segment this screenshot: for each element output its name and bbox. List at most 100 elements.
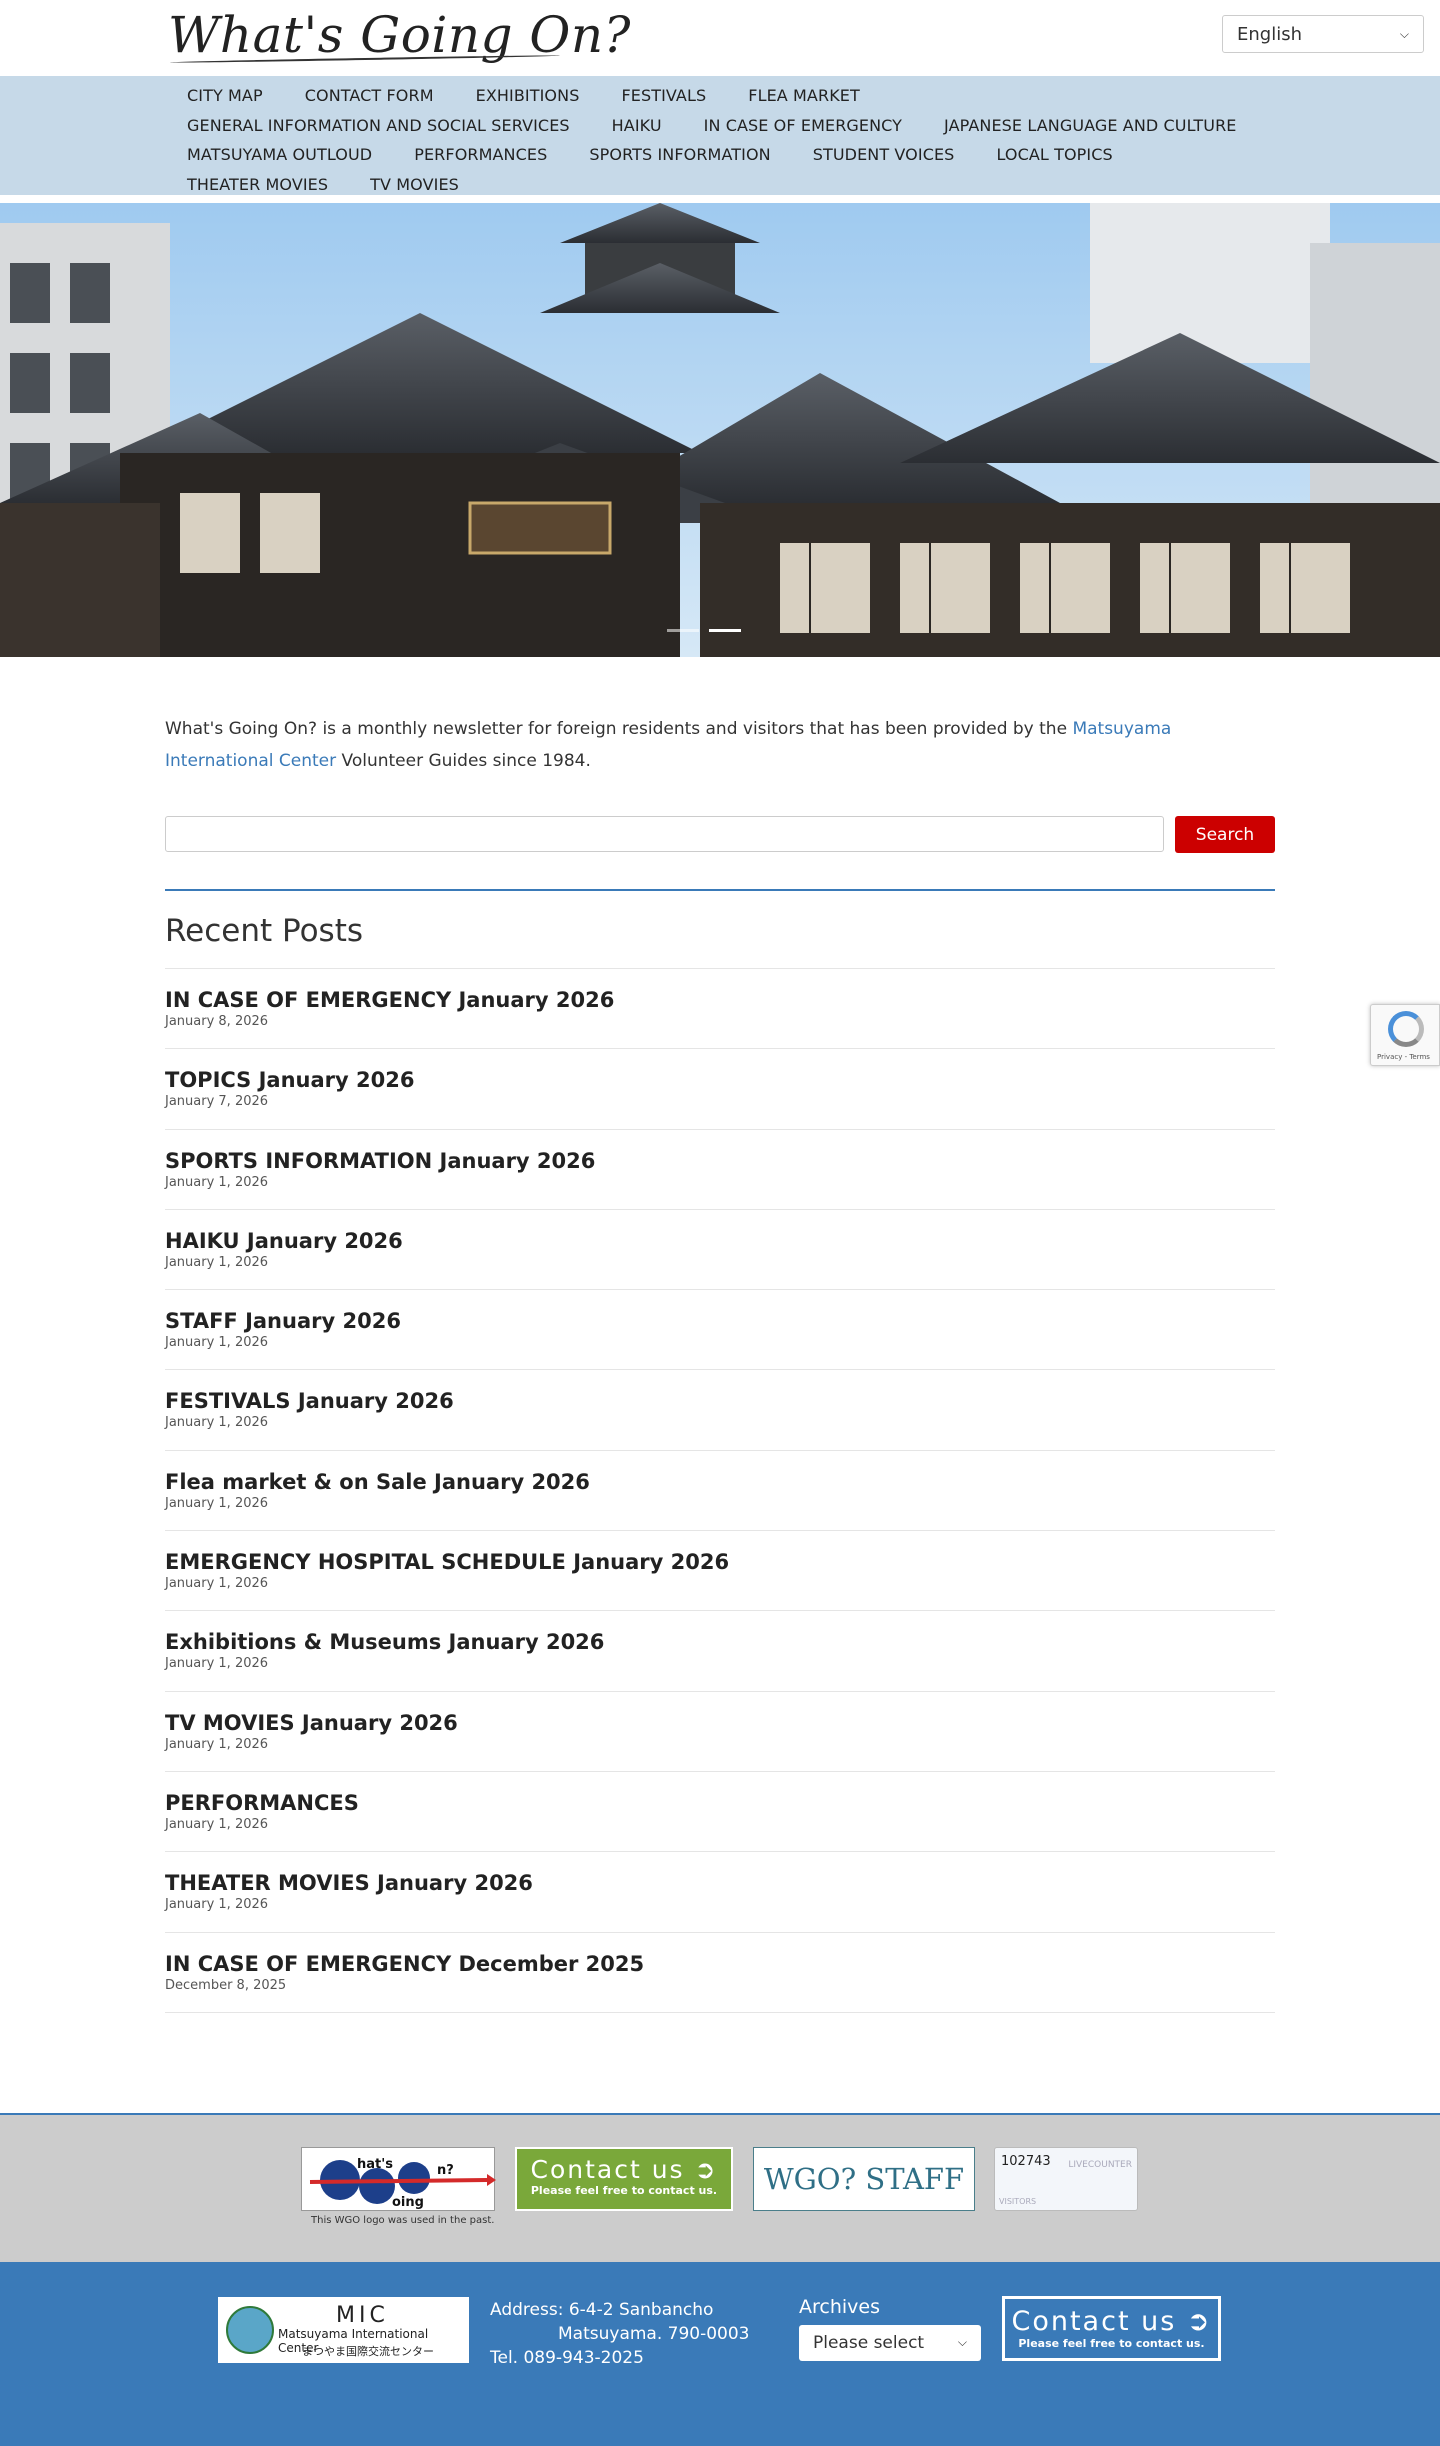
- footer-address: Address: 6-4-2 Sanbancho Matsuyama. 790-…: [490, 2298, 750, 2370]
- hero-image-dogo-onsen: [0, 203, 1440, 657]
- contact-us-blue-banner[interactable]: Contact us ➲ Please feel free to contact…: [1002, 2295, 1221, 2361]
- nav-row-2: GENERAL INFORMATION AND SOCIAL SERVICES …: [166, 111, 1274, 141]
- svg-text:n?: n?: [437, 2163, 454, 2178]
- recent-posts-list: IN CASE OF EMERGENCY January 2026 January…: [165, 969, 1275, 2013]
- post-item: IN CASE OF EMERGENCY January 2026 January…: [165, 969, 1275, 1050]
- counter-visitors-label: VISITORS: [999, 2196, 1037, 2206]
- nav-item-emergency[interactable]: IN CASE OF EMERGENCY: [683, 116, 923, 135]
- search-form: Search: [165, 816, 1275, 853]
- chevron-down-icon: ⌵: [957, 2335, 967, 2350]
- post-item: Flea market & on Sale January 2026 Januar…: [165, 1451, 1275, 1532]
- post-item: Exhibitions & Museums January 2026 Januar…: [165, 1611, 1275, 1692]
- post-date: December 8, 2025: [165, 1977, 287, 1993]
- post-item: HAIKU January 2026 January 1, 2026: [165, 1210, 1275, 1291]
- post-title-link[interactable]: SPORTS INFORMATION January 2026: [165, 1148, 1275, 1174]
- post-title-link[interactable]: TV MOVIES January 2026: [165, 1710, 1275, 1736]
- nav-item-festivals[interactable]: FESTIVALS: [600, 86, 727, 105]
- recaptcha-text[interactable]: Privacy - Terms: [1377, 1053, 1430, 1061]
- counter-brand: LIVECOUNTER: [1068, 2159, 1132, 2170]
- post-title-link[interactable]: TOPICS January 2026: [165, 1067, 1275, 1093]
- recent-posts-title: Recent Posts: [165, 913, 1275, 969]
- wgo-old-logo[interactable]: hat's n? oing: [301, 2146, 496, 2211]
- nav-item-contact-form[interactable]: CONTACT FORM: [284, 86, 455, 105]
- mic-logo[interactable]: MIC Matsuyama International Center まつやま国…: [218, 2296, 469, 2363]
- post-item: EMERGENCY HOSPITAL SCHEDULE January 2026…: [165, 1531, 1275, 1612]
- telephone: Tel. 089-943-2025: [490, 2347, 644, 2368]
- nav-item-matsuyama-outloud[interactable]: MATSUYAMA OUTLOUD: [166, 145, 393, 164]
- nav-item-haiku[interactable]: HAIKU: [591, 116, 683, 135]
- circle-arrow-icon: ➲: [694, 2154, 718, 2184]
- post-title-link[interactable]: FESTIVALS January 2026: [165, 1388, 1275, 1414]
- post-title-link[interactable]: Exhibitions & Museums January 2026: [165, 1629, 1275, 1655]
- post-date: January 1, 2026: [165, 1335, 269, 1351]
- intro-text: What's Going On? is a monthly newsletter…: [165, 713, 1275, 777]
- intro-text-end: Volunteer Guides since 1984.: [336, 751, 591, 771]
- post-date: January 1, 2026: [165, 1495, 269, 1511]
- mic-name-jp: まつやま国際交流センター: [302, 2344, 434, 2358]
- recaptcha-badge[interactable]: Privacy - Terms: [1370, 1004, 1440, 1066]
- globe-icon: [226, 2305, 274, 2354]
- search-input[interactable]: [165, 816, 1164, 852]
- svg-text:hat's: hat's: [357, 2157, 393, 2172]
- contact-us-green-banner[interactable]: Contact us ➲ Please feel free to contact…: [515, 2146, 733, 2211]
- visitor-count: 102743: [1001, 2153, 1051, 2169]
- wgo-staff-banner[interactable]: WGO? STAFF: [753, 2146, 975, 2211]
- post-title-link[interactable]: STAFF January 2026: [165, 1308, 1275, 1334]
- post-date: January 1, 2026: [165, 1656, 269, 1672]
- post-item: TOPICS January 2026 January 7, 2026: [165, 1049, 1275, 1130]
- contact-blue-sub: Please feel free to contact us.: [1018, 2336, 1205, 2350]
- post-title-link[interactable]: HAIKU January 2026: [165, 1228, 1275, 1254]
- language-select-value: English: [1237, 23, 1302, 45]
- post-title-link[interactable]: IN CASE OF EMERGENCY December 2025: [165, 1951, 1275, 1977]
- post-item: IN CASE OF EMERGENCY December 2025 Decemb…: [165, 1933, 1275, 2013]
- nav-item-japanese-language[interactable]: JAPANESE LANGUAGE AND CULTURE: [923, 116, 1257, 135]
- post-title-link[interactable]: PERFORMANCES: [165, 1790, 1275, 1816]
- slider-dots: [667, 629, 741, 632]
- nav-item-theater-movies[interactable]: THEATER MOVIES: [166, 175, 349, 194]
- address-line-1: Address: 6-4-2 Sanbancho: [490, 2299, 714, 2320]
- post-date: January 1, 2026: [165, 1897, 269, 1913]
- archives-label: Archives: [799, 2295, 880, 2318]
- nav-item-student-voices[interactable]: STUDENT VOICES: [792, 145, 976, 164]
- nav-item-sports-information[interactable]: SPORTS INFORMATION: [568, 145, 791, 164]
- post-date: January 1, 2026: [165, 1736, 269, 1752]
- slider-dot-2[interactable]: [709, 629, 741, 632]
- post-date: January 1, 2026: [165, 1254, 269, 1270]
- nav-row-4: THEATER MOVIES TV MOVIES: [166, 170, 1274, 200]
- post-title-link[interactable]: Flea market & on Sale January 2026: [165, 1469, 1275, 1495]
- nav-row-3: MATSUYAMA OUTLOUD PERFORMANCES SPORTS IN…: [166, 140, 1274, 170]
- post-title-link[interactable]: EMERGENCY HOSPITAL SCHEDULE January 2026: [165, 1549, 1275, 1575]
- contact-green-sub: Please feel free to contact us.: [530, 2183, 718, 2197]
- mic-title: MIC: [336, 2302, 389, 2328]
- site-header: What's Going On? English ⌵: [0, 0, 1440, 76]
- post-item: THEATER MOVIES January 2026 January 1, 20…: [165, 1852, 1275, 1933]
- contact-blue-label: Contact us: [1011, 2305, 1177, 2337]
- archives-select-value: Please select: [813, 2332, 925, 2353]
- post-item: SPORTS INFORMATION January 2026 January 1…: [165, 1130, 1275, 1210]
- recaptcha-icon: [1388, 1011, 1424, 1047]
- post-item: FESTIVALS January 2026 January 1, 2026: [165, 1370, 1275, 1451]
- search-button[interactable]: Search: [1175, 816, 1275, 853]
- language-select[interactable]: English ⌵: [1222, 15, 1424, 53]
- wgo-logo-icon: hat's n? oing: [309, 2157, 496, 2210]
- archives-select[interactable]: Please select ⌵: [799, 2324, 981, 2361]
- post-title-link[interactable]: IN CASE OF EMERGENCY January 2026: [165, 987, 1275, 1013]
- post-title-link[interactable]: THEATER MOVIES January 2026: [165, 1870, 1275, 1896]
- main-content: What's Going On? is a monthly newsletter…: [0, 657, 1440, 2013]
- nav-item-local-topics[interactable]: LOCAL TOPICS: [975, 145, 1133, 164]
- contact-green-label: Contact us: [530, 2154, 685, 2184]
- post-item: TV MOVIES January 2026 January 1, 2026: [165, 1692, 1275, 1772]
- site-logo[interactable]: What's Going On?: [168, 6, 631, 64]
- nav-item-city-map[interactable]: CITY MAP: [166, 86, 284, 105]
- post-date: January 1, 2026: [165, 1174, 269, 1190]
- hero-slider[interactable]: [0, 203, 1440, 657]
- nav-item-performances[interactable]: PERFORMANCES: [393, 145, 568, 164]
- nav-item-exhibitions[interactable]: EXHIBITIONS: [455, 86, 601, 105]
- nav-item-general-information[interactable]: GENERAL INFORMATION AND SOCIAL SERVICES: [166, 116, 591, 135]
- post-item: STAFF January 2026 January 1, 2026: [165, 1290, 1275, 1371]
- slider-dot-1[interactable]: [667, 629, 699, 632]
- section-divider: [165, 889, 1275, 891]
- nav-item-tv-movies[interactable]: TV MOVIES: [349, 175, 480, 194]
- nav-item-flea-market[interactable]: FLEA MARKET: [727, 86, 881, 105]
- address-line-2: Matsuyama. 790-0003: [558, 2323, 750, 2344]
